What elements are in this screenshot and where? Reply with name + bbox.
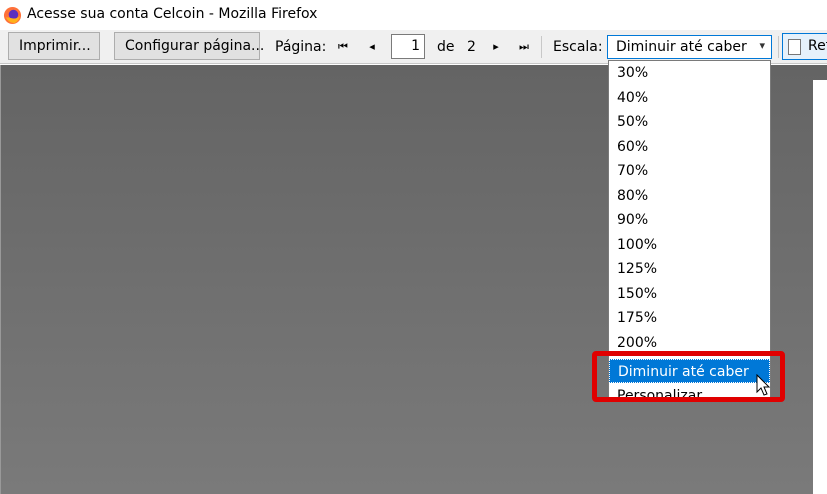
orientation-button[interactable]: Ref xyxy=(782,33,827,60)
last-page-icon[interactable]: ⏭ xyxy=(516,39,532,55)
scale-option[interactable]: 150% xyxy=(609,282,770,306)
scale-option[interactable]: 40% xyxy=(609,86,770,110)
mouse-pointer-icon xyxy=(756,374,771,396)
print-button[interactable]: Imprimir... xyxy=(8,32,100,60)
scale-label: Escala: xyxy=(553,39,603,55)
firefox-icon xyxy=(3,6,22,25)
print-preview-toolbar: Imprimir... Configurar página... Página:… xyxy=(0,30,827,64)
scale-option[interactable]: 30% xyxy=(609,61,770,85)
scale-option[interactable]: 80% xyxy=(609,184,770,208)
toolbar-separator xyxy=(778,36,779,58)
scale-option[interactable]: 50% xyxy=(609,110,770,134)
first-page-icon[interactable]: ⏮ xyxy=(335,39,351,55)
toolbar-separator xyxy=(541,36,542,58)
scale-option[interactable]: 175% xyxy=(609,306,770,330)
preview-page xyxy=(813,80,827,494)
window-titlebar: Acesse sua conta Celcoin - Mozilla Firef… xyxy=(0,0,827,30)
scale-option[interactable]: 100% xyxy=(609,233,770,257)
scale-option[interactable]: 90% xyxy=(609,208,770,232)
scale-dropdown-list[interactable]: 30% 40% 50% 60% 70% 80% 90% 100% 125% 150% 175% 200… xyxy=(608,60,771,398)
total-pages: 2 xyxy=(467,39,476,55)
scale-select-value: Diminuir até caber xyxy=(616,39,747,55)
orientation-button-label: Ref xyxy=(808,38,827,54)
next-page-icon[interactable]: ▸ xyxy=(488,39,504,55)
scale-option[interactable]: 70% xyxy=(609,159,770,183)
chevron-down-icon: ▾ xyxy=(759,39,765,52)
window-title: Acesse sua conta Celcoin - Mozilla Firef… xyxy=(27,6,318,22)
page-number-input[interactable]: 1 xyxy=(391,34,425,59)
scale-option[interactable]: 60% xyxy=(609,135,770,159)
scale-select[interactable]: Diminuir até caber ▾ xyxy=(607,35,772,59)
of-label: de xyxy=(437,39,455,55)
page-label: Página: xyxy=(275,39,327,55)
scale-option[interactable]: 125% xyxy=(609,257,770,281)
previous-page-icon[interactable]: ◂ xyxy=(364,39,380,55)
document-icon xyxy=(788,39,801,55)
page-setup-button[interactable]: Configurar página... xyxy=(114,32,264,60)
